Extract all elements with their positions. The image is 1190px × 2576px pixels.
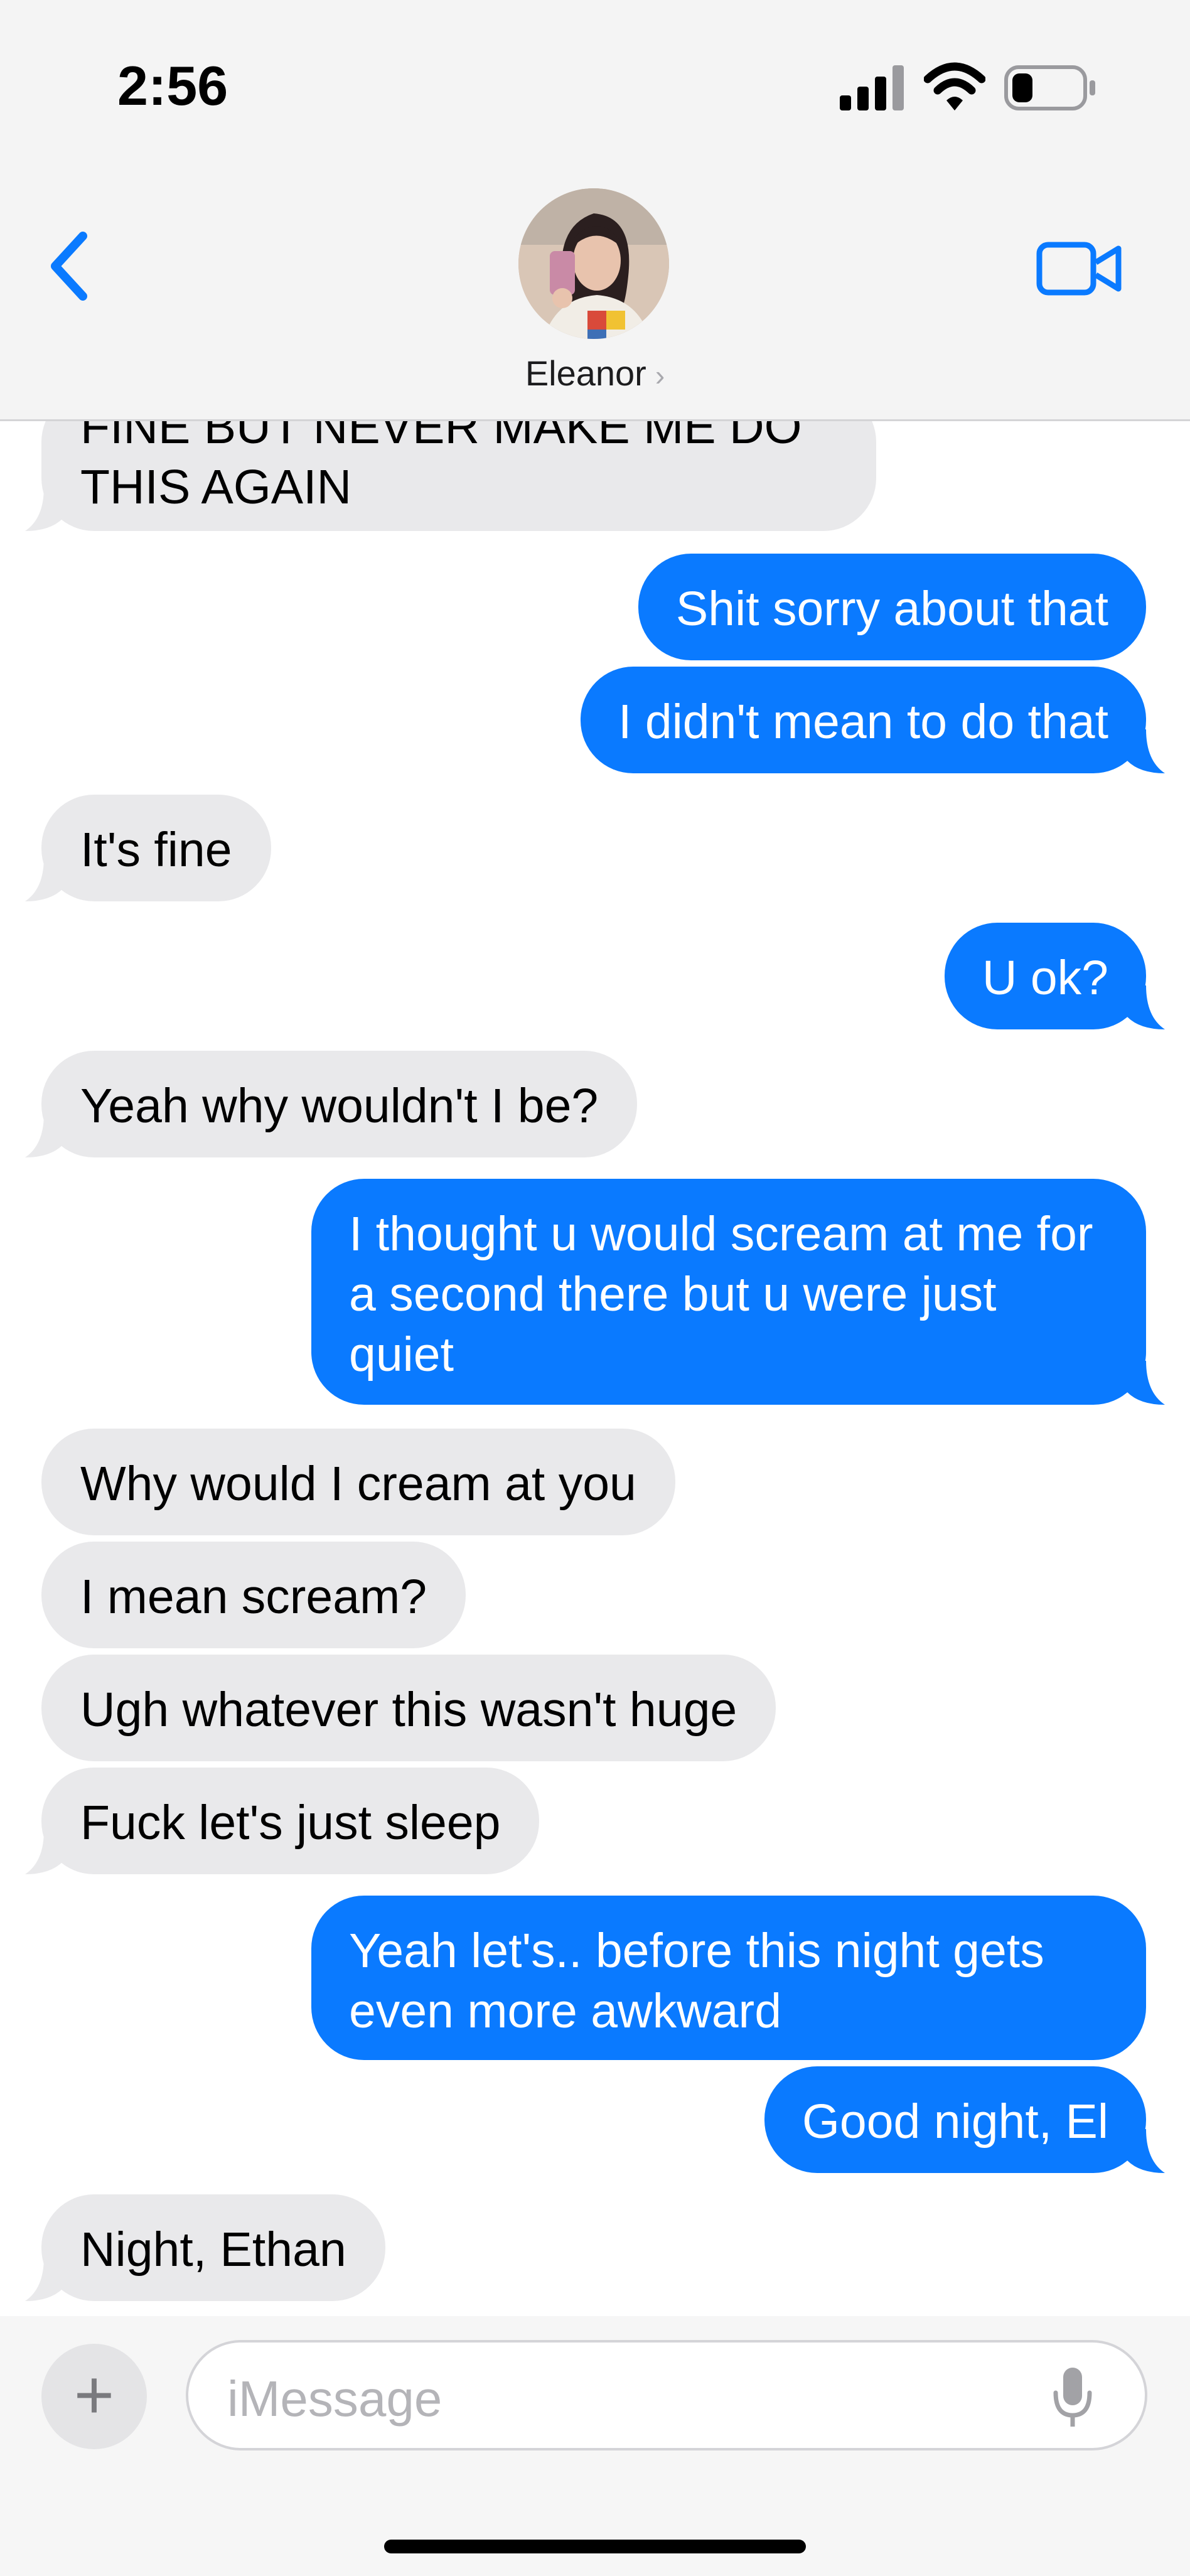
bubble-tail: [25, 1830, 63, 1874]
message-bubble-outgoing[interactable]: I thought u would scream at me for a sec…: [311, 1179, 1146, 1405]
status-time: 2:56: [117, 55, 228, 117]
message-bubble-incoming[interactable]: Fuck let's just sleep: [41, 1768, 540, 1874]
contact-avatar[interactable]: [518, 188, 669, 339]
message-bubble-outgoing[interactable]: Good night, El: [764, 2066, 1146, 2173]
wifi-icon: [924, 62, 985, 110]
message-bubble-outgoing[interactable]: Yeah let's.. before this night gets even…: [311, 1896, 1146, 2060]
battery-icon: [1004, 65, 1095, 110]
plus-button[interactable]: +: [41, 2344, 147, 2449]
avatar-photo: [518, 188, 669, 339]
message-bubble-incoming[interactable]: Ugh whatever this wasn't huge: [41, 1655, 776, 1761]
imessage-input[interactable]: iMessage: [186, 2340, 1147, 2450]
bubble-tail: [1127, 985, 1165, 1029]
back-chevron-icon[interactable]: [45, 228, 100, 304]
plus-icon: +: [73, 2356, 115, 2434]
signal-icon: [840, 65, 904, 110]
bubble-tail: [1127, 729, 1165, 773]
bubble-tail: [25, 487, 63, 531]
chevron-right-icon: ›: [655, 359, 665, 392]
message-bubble-incoming[interactable]: It's fine: [41, 795, 271, 901]
bubble-tail: [25, 2257, 63, 2301]
microphone-icon[interactable]: [1051, 2365, 1095, 2430]
message-bubble-incoming[interactable]: Night, Ethan: [41, 2194, 385, 2301]
bubble-tail: [1127, 1361, 1165, 1405]
message-bubble-outgoing[interactable]: Shit sorry about that: [638, 554, 1146, 660]
input-placeholder: iMessage: [227, 2371, 442, 2427]
conversation-header: 2:56 Eleanor ›: [0, 0, 1190, 421]
home-indicator[interactable]: [384, 2540, 806, 2553]
battery-level: [1012, 73, 1032, 102]
message-bubble-incoming[interactable]: I mean scream?: [41, 1542, 466, 1648]
message-bubble-incoming[interactable]: Why would I cream at you: [41, 1429, 675, 1535]
contact-name: Eleanor: [525, 353, 646, 393]
bubble-tail: [25, 857, 63, 901]
contact-name-button[interactable]: Eleanor ›: [0, 353, 1190, 394]
bubble-tail: [25, 1114, 63, 1157]
message-bubble-incoming[interactable]: Yeah why wouldn't I be?: [41, 1051, 638, 1157]
video-camera-icon[interactable]: [1036, 237, 1123, 300]
message-bubble-outgoing[interactable]: I didn't mean to do that: [581, 667, 1146, 773]
message-bubble-outgoing[interactable]: U ok?: [944, 923, 1146, 1029]
bubble-tail: [1127, 2129, 1165, 2173]
